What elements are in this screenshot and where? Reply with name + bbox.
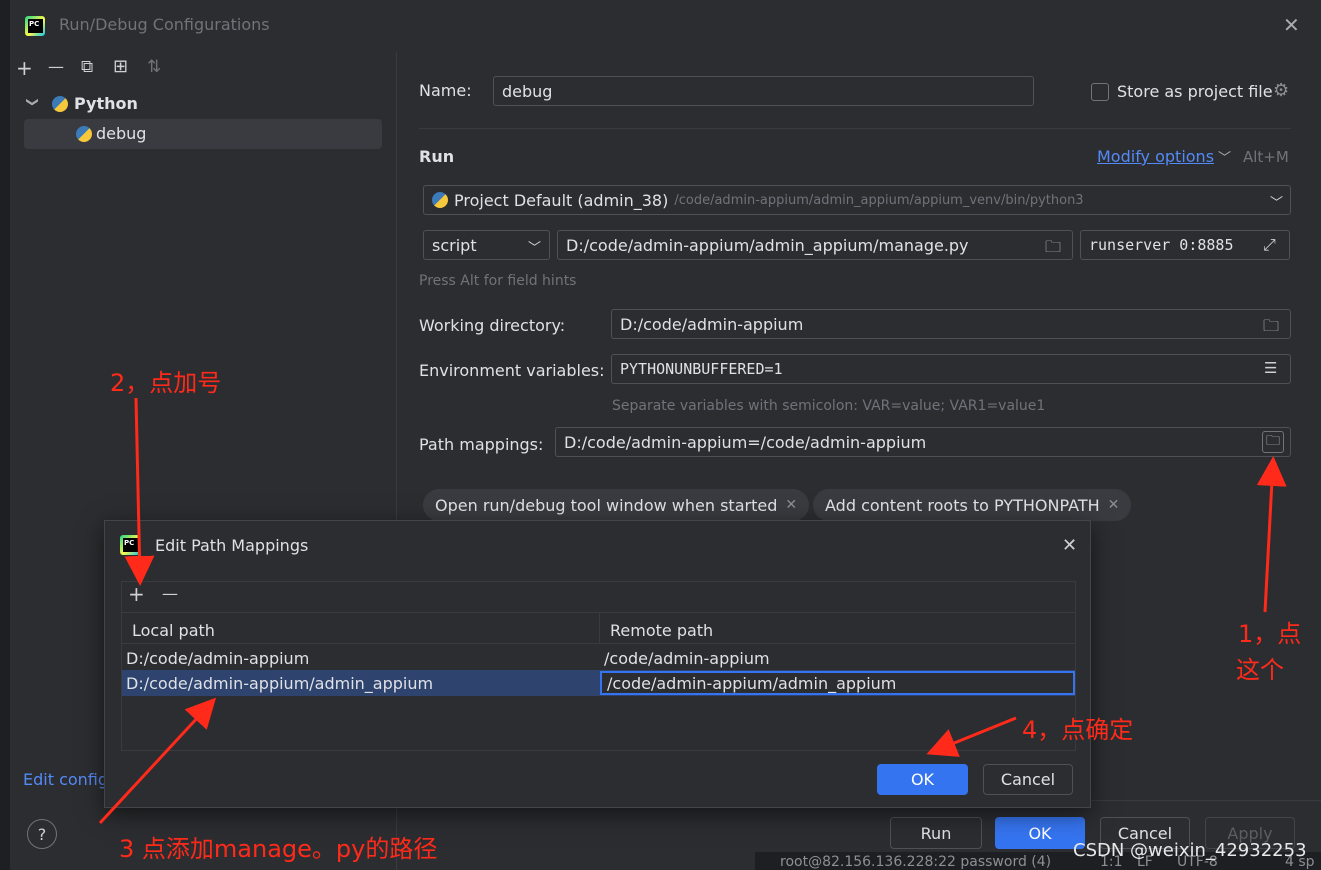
arrow-step1: [1256, 456, 1287, 613]
annotation-step1-line1: 1，点: [1238, 620, 1302, 648]
annotation-step3: 3 点添加manage。py的路径: [119, 835, 438, 863]
annotation-step4: 4，点确定: [1022, 716, 1134, 744]
annotation-step1-line2: 这个: [1236, 656, 1284, 684]
annotation-step2: 2，点加号: [110, 369, 222, 397]
arrow-step3: [98, 697, 217, 825]
arrow-step4: [926, 716, 1017, 757]
arrow-step2: [124, 397, 155, 586]
